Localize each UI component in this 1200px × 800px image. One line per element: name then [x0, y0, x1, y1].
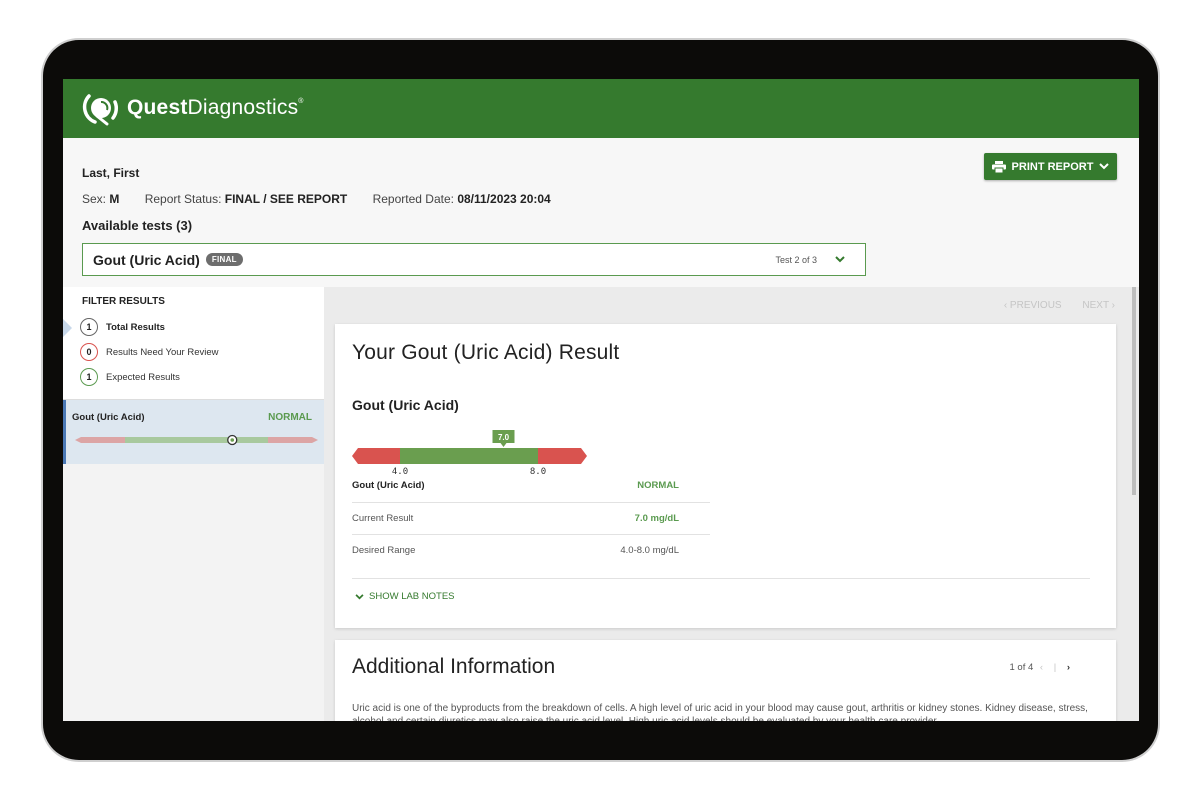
row-value: 7.0 mg/dL	[634, 513, 679, 524]
result-card: Your Gout (Uric Acid) Result Gout (Uric …	[335, 324, 1116, 628]
chevron-right-icon[interactable]: ›	[1067, 662, 1070, 673]
mini-value-dot	[230, 438, 235, 442]
chevron-down-icon	[1099, 163, 1110, 170]
available-tests-heading: Available tests (3)	[82, 218, 193, 233]
additional-info-card: Additional Information 1 of 4 ‹ | › Uric…	[335, 640, 1116, 721]
lab-notes-label: SHOW LAB NOTES	[369, 591, 455, 602]
result-name: Gout (Uric Acid)	[72, 412, 145, 423]
filter-title: FILTER RESULTS	[82, 296, 165, 307]
row-label: Gout (Uric Acid)	[352, 480, 425, 491]
low-bound-label: 4.0	[392, 467, 408, 477]
row-label: Current Result	[352, 513, 414, 524]
selected-test-name: Gout (Uric Acid)	[93, 251, 200, 268]
normal-range-segment	[400, 448, 538, 464]
filter-label: Expected Results	[106, 371, 180, 383]
test-selector-dropdown[interactable]: Gout (Uric Acid) FINAL Test 2 of 3	[82, 243, 866, 276]
app-screen: QuestDiagnostics® Last, First Sex: M Rep…	[63, 79, 1139, 721]
previous-button[interactable]: ‹ PREVIOUS	[1004, 300, 1062, 311]
value-label: 7.0	[498, 433, 510, 442]
test-count: Test 2 of 3	[775, 255, 817, 265]
result-list-item[interactable]: Gout (Uric Acid) NORMAL	[63, 400, 324, 464]
divider	[352, 578, 1090, 579]
row-label: Desired Range	[352, 545, 416, 556]
chevron-down-icon	[835, 256, 845, 263]
result-status: NORMAL	[268, 412, 312, 423]
high-range-segment	[538, 448, 587, 464]
reported-date: Reported Date: 08/11/2023 20:04	[372, 192, 551, 206]
pager-separator: |	[1053, 662, 1057, 673]
chevron-down-icon	[355, 593, 364, 599]
low-range-segment	[352, 448, 400, 464]
next-button[interactable]: NEXT ›	[1082, 300, 1115, 311]
info-pager: 1 of 4 ‹ | ›	[1009, 662, 1070, 673]
patient-meta: Sex: M Report Status: FINAL / SEE REPORT…	[82, 192, 573, 206]
filter-panel: FILTER RESULTS 1 Total Results 0 Results…	[63, 287, 324, 400]
print-report-button[interactable]: PRINT REPORT	[984, 153, 1117, 180]
count-circle: 0	[80, 343, 98, 361]
patient-name: Last, First	[82, 166, 140, 180]
show-lab-notes-toggle[interactable]: SHOW LAB NOTES	[355, 591, 455, 602]
mini-high-segment	[268, 437, 318, 443]
count-circle: 1	[80, 368, 98, 386]
result-card-subtitle: Gout (Uric Acid)	[352, 397, 459, 413]
table-row: Current Result 7.0 mg/dL	[352, 502, 710, 534]
quest-logo[interactable]: QuestDiagnostics®	[81, 88, 304, 128]
result-navigation: ‹ PREVIOUS NEXT ›	[986, 300, 1115, 311]
row-value: 4.0-8.0 mg/dL	[620, 545, 679, 556]
print-report-label: PRINT REPORT	[1011, 160, 1094, 173]
table-row: Desired Range 4.0-8.0 mg/dL	[352, 534, 710, 566]
report-status: Report Status: FINAL / SEE REPORT	[144, 192, 348, 206]
brand-name: QuestDiagnostics®	[127, 96, 304, 119]
quest-logo-icon	[82, 94, 119, 126]
filter-label: Total Results	[106, 321, 165, 333]
range-gauge: 7.0 4.0 8.0	[352, 430, 587, 477]
mini-low-segment	[75, 437, 125, 443]
mini-normal-segment	[125, 437, 268, 443]
filter-total-results[interactable]: 1 Total Results	[80, 318, 165, 336]
mini-range-bar	[75, 434, 318, 446]
result-table: Gout (Uric Acid) NORMAL Current Result 7…	[352, 478, 710, 566]
active-filter-pointer	[63, 319, 72, 337]
printer-icon	[991, 160, 1006, 173]
sex-info: Sex: M	[82, 192, 120, 206]
chevron-left-icon[interactable]: ‹	[1040, 662, 1043, 673]
additional-info-title: Additional Information	[352, 655, 556, 678]
results-area: FILTER RESULTS 1 Total Results 0 Results…	[63, 287, 1139, 721]
pager-count: 1 of 4	[1009, 662, 1034, 673]
high-bound-label: 8.0	[530, 467, 546, 477]
table-row: Gout (Uric Acid) NORMAL	[352, 478, 710, 502]
filter-label: Results Need Your Review	[106, 346, 219, 358]
scrollbar[interactable]	[1132, 287, 1136, 495]
filter-needs-review[interactable]: 0 Results Need Your Review	[80, 343, 218, 361]
row-value: NORMAL	[637, 480, 679, 491]
result-card-title: Your Gout (Uric Acid) Result	[352, 341, 620, 364]
additional-info-text: Uric acid is one of the byproducts from …	[352, 703, 1088, 721]
filter-expected-results[interactable]: 1 Expected Results	[80, 368, 180, 386]
status-badge: FINAL	[205, 253, 243, 266]
header-bar: QuestDiagnostics®	[63, 79, 1139, 138]
count-circle: 1	[80, 318, 98, 336]
